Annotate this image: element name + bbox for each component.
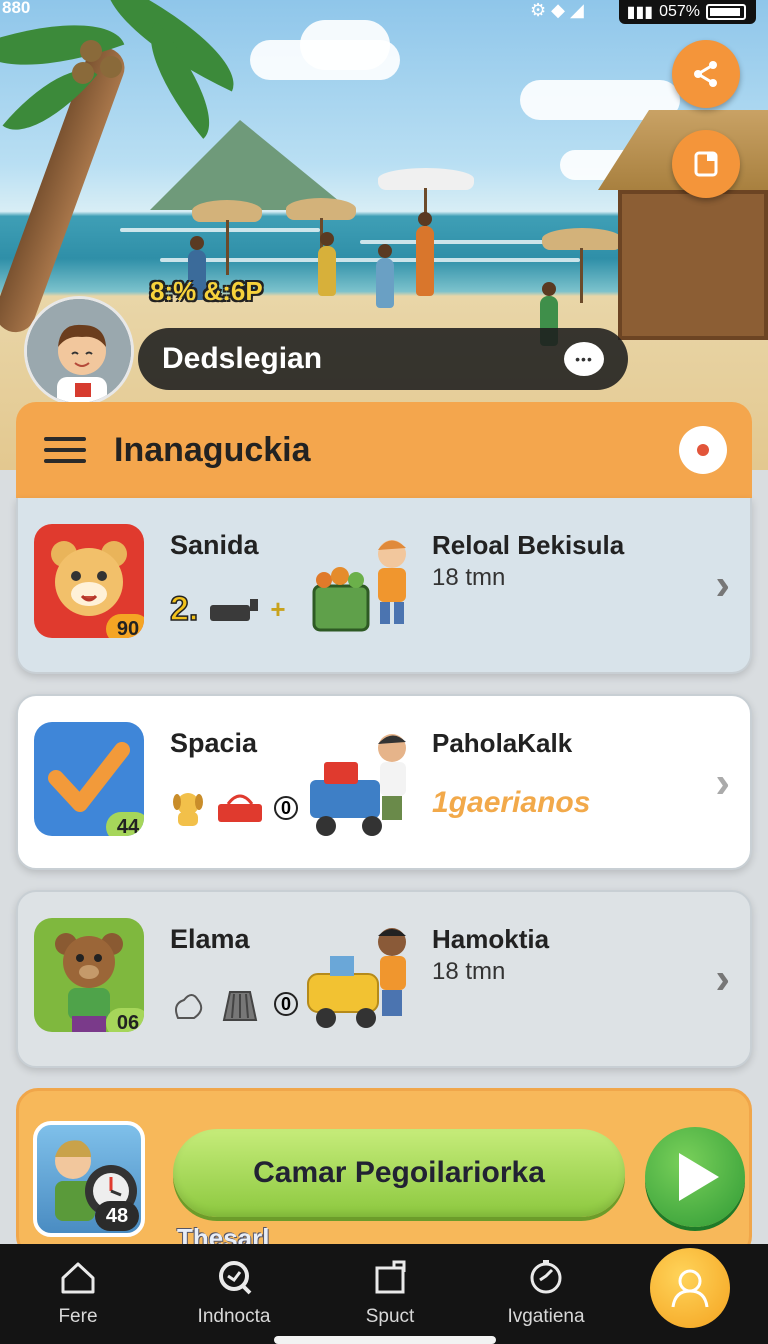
item-count: 0 xyxy=(274,992,298,1016)
item-count: 0 xyxy=(274,796,298,820)
chevron-right-icon[interactable]: › xyxy=(715,560,730,610)
action-app-icon: 48 xyxy=(33,1121,145,1237)
play-icon xyxy=(679,1153,719,1201)
status-time: 880 xyxy=(2,0,31,17)
start-button[interactable]: Camar Pegoilariorka xyxy=(173,1129,625,1217)
truck-kid-icon xyxy=(307,928,406,1028)
share-button[interactable] xyxy=(672,40,740,108)
user-name: Dedslegian xyxy=(162,342,323,375)
note-icon xyxy=(694,151,718,177)
destination-subtitle: 1gaerianos xyxy=(432,786,591,819)
share-icon xyxy=(694,61,717,87)
compass-icon xyxy=(530,1260,562,1294)
signal-icon: ▮▮▮ xyxy=(626,4,654,21)
card-app-icon: 06 xyxy=(34,918,144,1032)
chevron-right-icon[interactable]: › xyxy=(715,758,730,808)
plus-text: + xyxy=(270,594,286,624)
nav-label: Indnocta xyxy=(197,1306,271,1327)
destination-title: PaholaKalk xyxy=(432,728,573,758)
card-label: Elama xyxy=(170,924,250,954)
level-badge: 48 xyxy=(95,1201,139,1231)
panel-title: Inanaguckia xyxy=(114,430,311,469)
note-button[interactable] xyxy=(672,130,740,198)
gear-icon[interactable] xyxy=(682,429,724,471)
destination-title: Hamoktia xyxy=(432,924,550,954)
level-badge: 90 xyxy=(106,614,144,638)
level-badge: 44 xyxy=(106,812,144,836)
home-icon xyxy=(61,1262,95,1294)
nav-item-home[interactable]: Fere xyxy=(0,1244,156,1344)
destination-subtitle: 18 tmn xyxy=(432,958,506,985)
nav-label: Spuct xyxy=(365,1306,415,1327)
card-app-icon: 90 xyxy=(34,524,144,638)
card-items: 2. + xyxy=(169,589,286,629)
nav-item-compass[interactable]: Ivgatiena xyxy=(468,1244,624,1344)
play-button[interactable] xyxy=(645,1127,745,1227)
chevron-right-icon[interactable]: › xyxy=(715,954,730,1004)
home-indicator[interactable] xyxy=(274,1336,496,1344)
card-label: Sanida xyxy=(170,530,259,560)
status-tray: ▮▮▮ 057% xyxy=(618,0,756,24)
list-item[interactable]: 44 Spacia 0 PaholaKalk 1gaerianos › xyxy=(16,694,752,870)
user-avatar[interactable] xyxy=(24,296,134,406)
panel-header: Inanaguckia xyxy=(16,402,752,498)
list-item[interactable]: 90 Sanida 2. + Reloal Bekisula 18 tmn › xyxy=(16,498,752,674)
search-icon xyxy=(219,1261,252,1295)
action-card: 48 Camar Pegoilariorka Thesarl xyxy=(16,1088,752,1258)
item-count: 2. xyxy=(169,589,199,629)
card-app-icon: 44 xyxy=(34,722,144,836)
hero-banner xyxy=(0,0,768,470)
status-signal-icons: ⚙ ◆ ◢ xyxy=(530,0,584,20)
nav-item-search[interactable]: Indnocta xyxy=(156,1244,312,1344)
user-icon xyxy=(671,1269,709,1308)
destination-title: Reloal Bekisula xyxy=(432,530,625,560)
farmer-cart-icon xyxy=(312,540,406,632)
chat-icon[interactable]: ••• xyxy=(564,342,604,376)
grill-icon xyxy=(222,991,258,1021)
level-badge: 06 xyxy=(106,1008,144,1032)
menu-icon[interactable] xyxy=(44,437,86,463)
swirl-icon xyxy=(175,994,203,1019)
profile-button[interactable] xyxy=(650,1248,730,1328)
list-item[interactable]: 06 Elama 0 Hamoktia 18 tmn › xyxy=(16,890,752,1068)
battery-text: 057% xyxy=(659,3,700,20)
tray-icon xyxy=(210,598,259,621)
basket-icon xyxy=(218,794,262,822)
nav-label: Ivgatiena xyxy=(507,1306,585,1327)
destination-subtitle: 18 tmn xyxy=(432,564,506,591)
dog-icon xyxy=(173,793,203,826)
nav-item-box[interactable]: Spuct xyxy=(312,1244,468,1344)
user-name-bar[interactable]: Dedslegian ••• xyxy=(138,328,628,390)
tractor-kid-icon xyxy=(310,734,406,836)
card-items: 0 xyxy=(170,984,298,1024)
card-label: Spacia xyxy=(170,728,258,758)
hero-clock: 8:% &:6P xyxy=(150,276,263,306)
nav-label: Fere xyxy=(58,1306,98,1327)
card-items: 0 xyxy=(170,788,298,828)
battery-icon xyxy=(706,4,746,20)
box-icon xyxy=(375,1260,406,1294)
